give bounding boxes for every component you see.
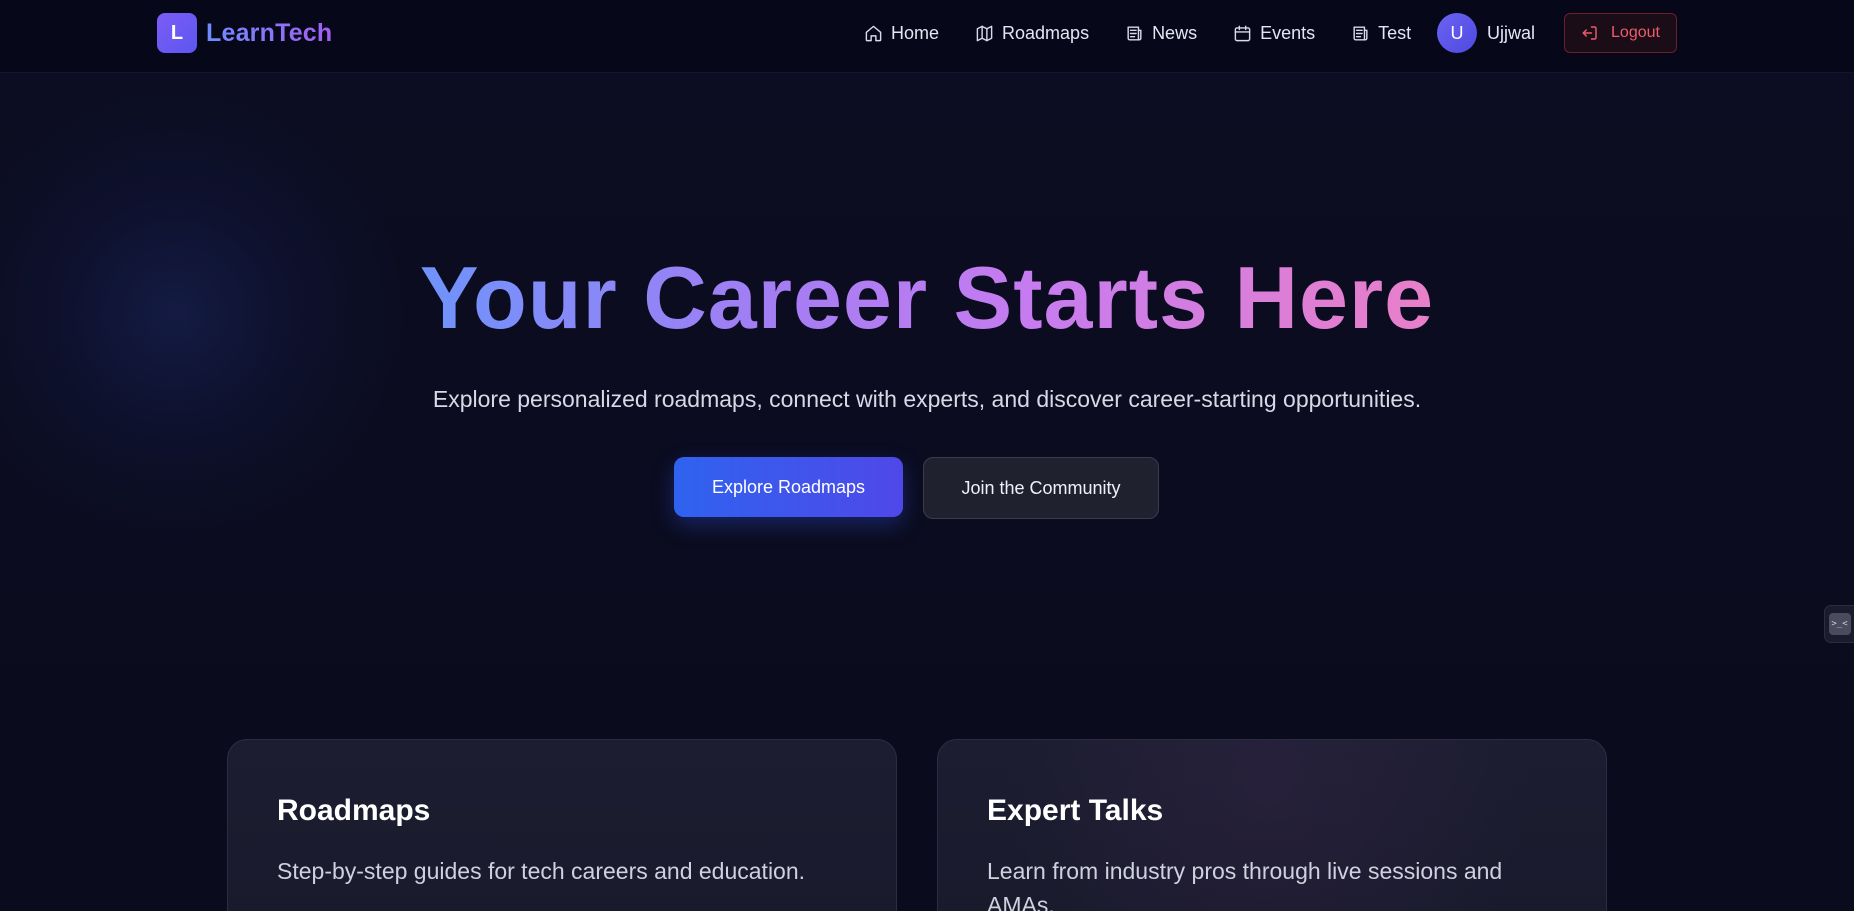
logout-icon [1582,26,1597,40]
nav-links: Home Roadmaps News Events Test [864,22,1411,44]
widget-icon: >_< [1828,613,1851,635]
nav-item-home[interactable]: Home [864,23,939,44]
card-description: Step-by-step guides for tech careers and… [277,858,806,884]
nav-item-label: Home [891,22,940,43]
logout-button[interactable]: Logout [1564,13,1677,53]
card-description: Learn from industry pros through live se… [987,858,1503,911]
nav-item-news[interactable]: News [1125,23,1197,44]
newspaper-icon [1353,25,1368,41]
avatar: U [1437,13,1477,53]
brand-logo: L [157,13,197,53]
user-name: Ujjwal [1487,22,1536,43]
feature-card-expert-talks[interactable]: Expert Talks Learn from industry pros th… [937,739,1607,911]
nav-item-events[interactable]: Events [1233,23,1315,44]
calendar-icon [1234,25,1251,41]
nav-item-label: Test [1378,22,1412,43]
newspaper-icon [1127,25,1142,41]
join-community-button[interactable]: Join the Community [923,457,1159,519]
side-widget-button[interactable]: >_< [1824,605,1854,643]
explore-roadmaps-button[interactable]: Explore Roadmaps [674,457,903,517]
home-icon [865,25,882,41]
map-icon [976,25,993,41]
logout-label: Logout [1611,24,1660,41]
nav-item-test[interactable]: Test [1351,23,1411,44]
card-title: Roadmaps [277,794,431,827]
feature-card-roadmaps[interactable]: Roadmaps Step-by-step guides for tech ca… [227,739,897,911]
brand-link[interactable]: L LearnTech [157,13,332,53]
hero-title: Your Career Starts Here [419,248,1435,347]
nav-item-roadmaps[interactable]: Roadmaps [975,23,1089,44]
nav-item-label: News [1152,22,1198,43]
brand-name: LearnTech [206,18,333,47]
nav-item-label: Events [1260,22,1316,43]
card-title: Expert Talks [987,794,1164,827]
navbar: L LearnTech Home Roadmaps News Events Te… [0,0,1854,73]
hero-subtitle: Explore personalized roadmaps, connect w… [432,386,1422,412]
nav-item-label: Roadmaps [1002,22,1090,43]
user-menu[interactable]: U Ujjwal [1437,13,1535,53]
